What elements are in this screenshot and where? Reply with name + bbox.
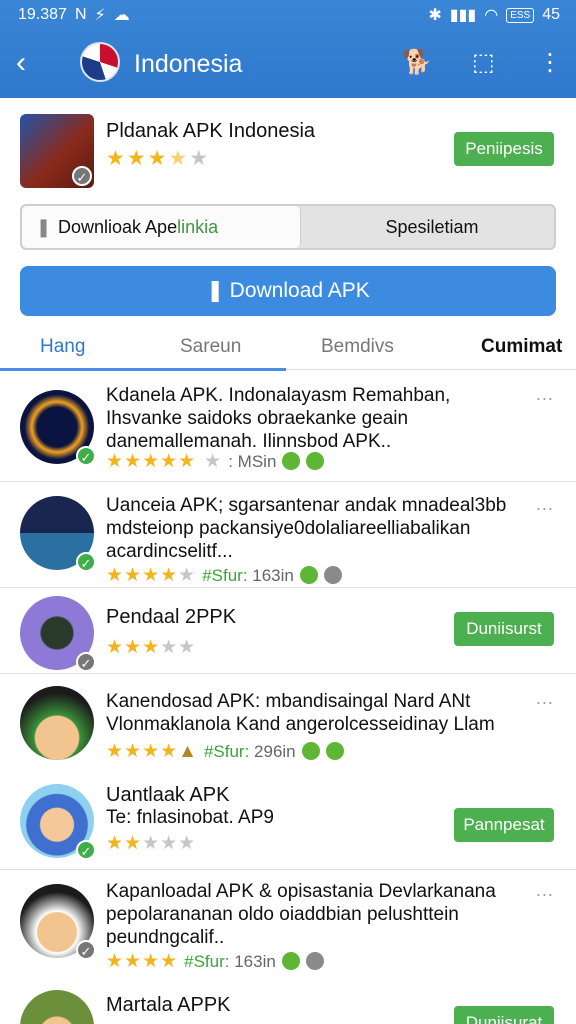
app-avatar — [20, 990, 94, 1024]
tab-hang[interactable]: Hang — [40, 336, 85, 358]
download-icon: ❚ — [206, 279, 224, 302]
tab-cumimat[interactable]: Cumimat — [481, 336, 562, 358]
status-bar: 19.387 N ⚡ ☁ ✱ ▮▮▮ ◠ ESS 45 — [0, 0, 576, 30]
battery-icon: ESS — [506, 7, 535, 23]
app-avatar: ✓ — [20, 784, 96, 860]
more-options-icon[interactable]: ∙∙∙ — [536, 498, 554, 519]
flash-icon: ⚡ — [94, 7, 106, 24]
item-rating: ★★★★★ ★: MSin — [106, 450, 325, 473]
app-bar: 19.387 N ⚡ ☁ ✱ ▮▮▮ ◠ ESS 45 ‹ Indonesia … — [0, 0, 576, 98]
item-title: Uantlaak APK — [106, 784, 230, 806]
item-rating: ★★★★★ #Sfur: 163in — [106, 564, 342, 587]
app-name: Pldanak APK Indonesia — [106, 120, 316, 142]
verified-icon — [306, 452, 325, 470]
item-title: Kanendosad APK: mbandisaingal Nard ANt V… — [106, 691, 495, 735]
list-item[interactable]: ✓ Kdanela APK. Indonalayasm Remahban, Ih… — [0, 372, 576, 482]
android-icon — [282, 452, 301, 470]
peniipesis-button[interactable]: Peniipesis — [454, 132, 554, 166]
flag-logo-icon — [80, 42, 120, 82]
app-avatar — [20, 686, 94, 760]
featured-app: ✓ Pldanak APK Indonesia ★★★★★ Peniipesis… — [0, 98, 576, 371]
item-title: Kapanloadal APK & opisastania Devlarkana… — [106, 881, 496, 948]
segment-download-link[interactable]: ❚ Downlioak Apelinkia — [22, 206, 301, 248]
check-icon: ✓ — [76, 446, 96, 466]
share-icon[interactable]: ⬚ — [472, 50, 495, 76]
item-title: Uanceia APK; sgarsantenar andak mnadeal3… — [106, 495, 507, 562]
app-avatar: ✓ — [20, 884, 96, 960]
signal-icon: ▮▮▮ — [449, 7, 477, 24]
list-item[interactable]: ✓ Pendaal 2PPK ★★★★★ Duniisurst — [0, 588, 576, 674]
tab-sareun[interactable]: Sareun — [180, 336, 241, 358]
android-icon — [299, 566, 318, 584]
duniisurst-button[interactable]: Duniisurst — [454, 612, 554, 646]
app-avatar: ✓ — [20, 596, 96, 672]
list-item[interactable]: ✓ Uantlaak APK Te: fnlasinobat. AP9 ★★★★… — [0, 770, 576, 870]
check-icon: ✓ — [72, 166, 92, 186]
more-options-icon[interactable]: ∙∙∙ — [536, 388, 554, 409]
duniisurat-button[interactable]: Duniisurat — [454, 1006, 554, 1024]
segmented-control: ❚ Downlioak Apelinkia Spesiletiam — [20, 204, 556, 250]
tab-bar: Hang Sareun Bemdivs Cumimat — [0, 326, 576, 371]
verified-icon — [305, 952, 324, 970]
more-options-icon[interactable]: ∙∙∙ — [536, 884, 554, 905]
app-avatar: ✓ — [20, 496, 96, 572]
status-number: 45 — [542, 6, 560, 23]
status-time: 19.387 — [18, 6, 67, 23]
list-item[interactable]: ✓ Uanceia APK; sgarsantenar andak mnadea… — [0, 482, 576, 588]
verified-icon — [323, 566, 342, 584]
item-rating: ★★★★★ — [106, 833, 197, 854]
item-rating: ★★★★▲ #Sfur: 296in — [106, 740, 344, 763]
wifi-icon: ◠ — [484, 7, 499, 24]
item-rating: ★★★★ #Sfur: 163in — [106, 950, 324, 973]
download-icon: ❚ — [36, 217, 52, 237]
app-icon[interactable]: ✓ — [20, 114, 94, 188]
tab-indicator — [0, 368, 286, 371]
cloud-icon: ☁ — [113, 7, 130, 24]
download-apk-button[interactable]: ❚ Download APK — [20, 266, 556, 316]
page-title: Indonesia — [134, 50, 243, 78]
list-item[interactable]: Martala APPK Duniisurat — [0, 980, 576, 1024]
item-title: Kdanela APK. Indonalayasm Remahban, Ihsv… — [106, 385, 451, 452]
check-icon: ✓ — [76, 840, 96, 860]
rating-stars: ★★★★★ — [106, 147, 211, 170]
check-icon: ✓ — [76, 652, 96, 672]
dog-icon[interactable]: 🐕 — [402, 50, 432, 76]
more-vert-icon[interactable]: ⋮ — [538, 50, 562, 76]
verified-icon — [325, 742, 344, 760]
list-item[interactable]: Kanendosad APK: mbandisaingal Nard ANt V… — [0, 674, 576, 770]
pannpesat-button[interactable]: Pannpesat — [454, 808, 554, 842]
list-item[interactable]: ✓ Kapanloadal APK & opisastania Devlarka… — [0, 870, 576, 980]
back-arrow-icon[interactable]: ‹ — [16, 48, 26, 78]
toolbar: ‹ Indonesia 🐕 ⬚ ⋮ — [0, 36, 576, 96]
check-icon: ✓ — [76, 552, 96, 572]
app-avatar: ✓ — [20, 390, 96, 466]
android-icon — [301, 742, 320, 760]
segment-spesiletiam[interactable]: Spesiletiam — [312, 206, 552, 248]
tab-bemdivs[interactable]: Bemdivs — [321, 336, 394, 358]
android-icon — [281, 952, 300, 970]
bluetooth-icon: ✱ — [428, 7, 442, 24]
check-icon: ✓ — [76, 940, 96, 960]
item-rating: ★★★★★ — [106, 637, 197, 658]
more-options-icon[interactable]: ∙∙∙ — [536, 692, 554, 713]
notification-n-icon: N — [74, 6, 87, 23]
